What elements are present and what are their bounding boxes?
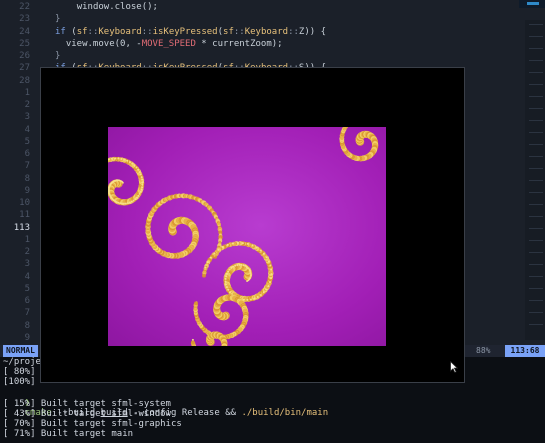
code-line: window.close(); (76, 2, 158, 12)
command-path: ./build/bin/main (241, 408, 329, 418)
code-line: if (sf::Keyboard::isKeyPressed(sf::Keybo… (55, 26, 327, 37)
build-output-line: [ 70%] Built target sfml-graphics (3, 419, 182, 429)
line-number: 28 (19, 75, 30, 86)
scroll-indicator (519, 0, 545, 8)
line-number: 3 (24, 259, 30, 270)
line-number: 5 (24, 283, 30, 294)
line-number: 23 (19, 14, 30, 25)
line-number: 11 (19, 210, 30, 221)
build-output-line: [ 15%] Built target sfml-system (3, 399, 171, 409)
mandelbrot-fractal-view[interactable] (108, 127, 386, 346)
line-number: 7 (24, 161, 30, 172)
line-number: 26 (19, 51, 30, 61)
scroll-percent: 88% (476, 346, 491, 355)
line-number: 9 (24, 332, 30, 343)
build-output-line: [ 71%] Built target main (3, 429, 134, 439)
line-number: 5 (24, 136, 30, 147)
build-output-line: [ 43%] Built target sfml-window (3, 409, 171, 419)
line-number: 4 (24, 124, 30, 135)
line-number: 113 (13, 222, 30, 233)
line-number: 24 (19, 26, 30, 37)
line-number: 10 (19, 198, 30, 208)
background-window-strip (525, 20, 545, 340)
line-number: 2 (24, 100, 30, 110)
mode-indicator: NORMAL (3, 345, 38, 357)
line-number: 27 (19, 63, 30, 74)
cursor-position: 113:68 (505, 345, 545, 357)
line-number: 3 (24, 112, 30, 123)
line-number: 22 (19, 2, 30, 12)
terminal-line: ~/proje (3, 357, 41, 367)
line-number: 9 (24, 185, 30, 196)
command-prompt[interactable]: ❯ cmake --build build --config Release &… (3, 388, 328, 418)
line-number: 2 (24, 247, 30, 257)
terminal-line: [100%] (3, 377, 41, 387)
line-number: 1 (24, 234, 30, 245)
code-line: } (55, 51, 61, 61)
code-line: view.move(0, -MOVE_SPEED * currentZoom); (65, 38, 283, 49)
code-line: } (55, 14, 61, 25)
line-number: 6 (24, 149, 30, 159)
terminal-line: [ 80%] (3, 367, 41, 377)
line-number: 7 (24, 308, 30, 319)
line-number: 6 (24, 296, 30, 306)
mouse-pointer-icon (450, 361, 458, 373)
line-number: 4 (24, 271, 30, 282)
sfml-render-window[interactable] (40, 67, 465, 383)
line-number: 8 (24, 173, 30, 184)
line-number: 8 (24, 320, 30, 331)
line-number: 25 (19, 38, 30, 49)
line-number: 1 (24, 87, 30, 98)
